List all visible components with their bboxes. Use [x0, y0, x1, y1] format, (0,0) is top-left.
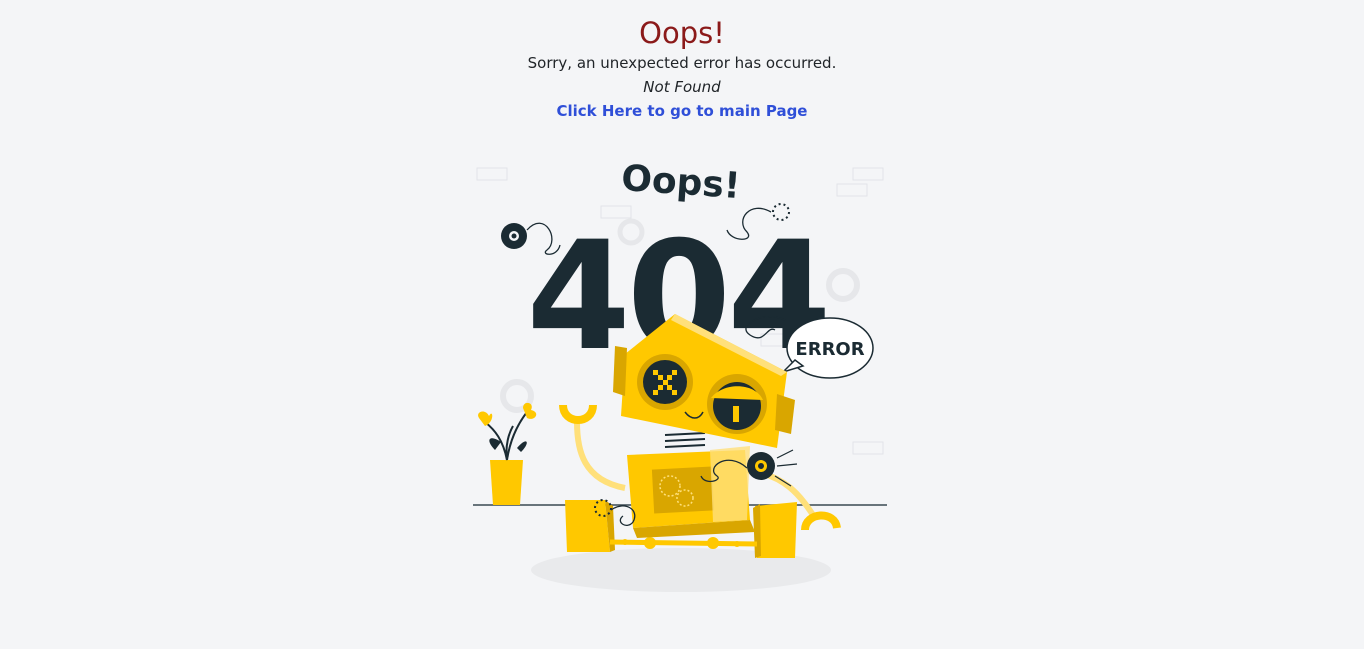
gear-icon	[747, 449, 798, 487]
error-page: Oops! Sorry, an unexpected error has occ…	[0, 0, 1364, 649]
error-status-text: Not Found	[643, 78, 721, 96]
plant-pot	[478, 402, 537, 505]
sleepy-eye	[707, 374, 767, 434]
error-title: Oops!	[639, 16, 725, 50]
error-bubble-text: ERROR	[795, 339, 864, 360]
illustration-heading: Oops!	[620, 158, 742, 207]
robot-404-illustration: Oops! 404 ERROR	[465, 150, 895, 600]
robot-body	[627, 446, 755, 538]
error-header: Oops! Sorry, an unexpected error has occ…	[0, 14, 1364, 122]
robot-left-arm	[559, 404, 626, 491]
error-message: Sorry, an unexpected error has occurred.	[527, 54, 837, 72]
x-eye	[637, 354, 693, 410]
robot-neck	[664, 432, 706, 448]
main-page-link[interactable]: Click Here to go to main Page	[557, 100, 808, 122]
gear-icon	[501, 223, 527, 249]
